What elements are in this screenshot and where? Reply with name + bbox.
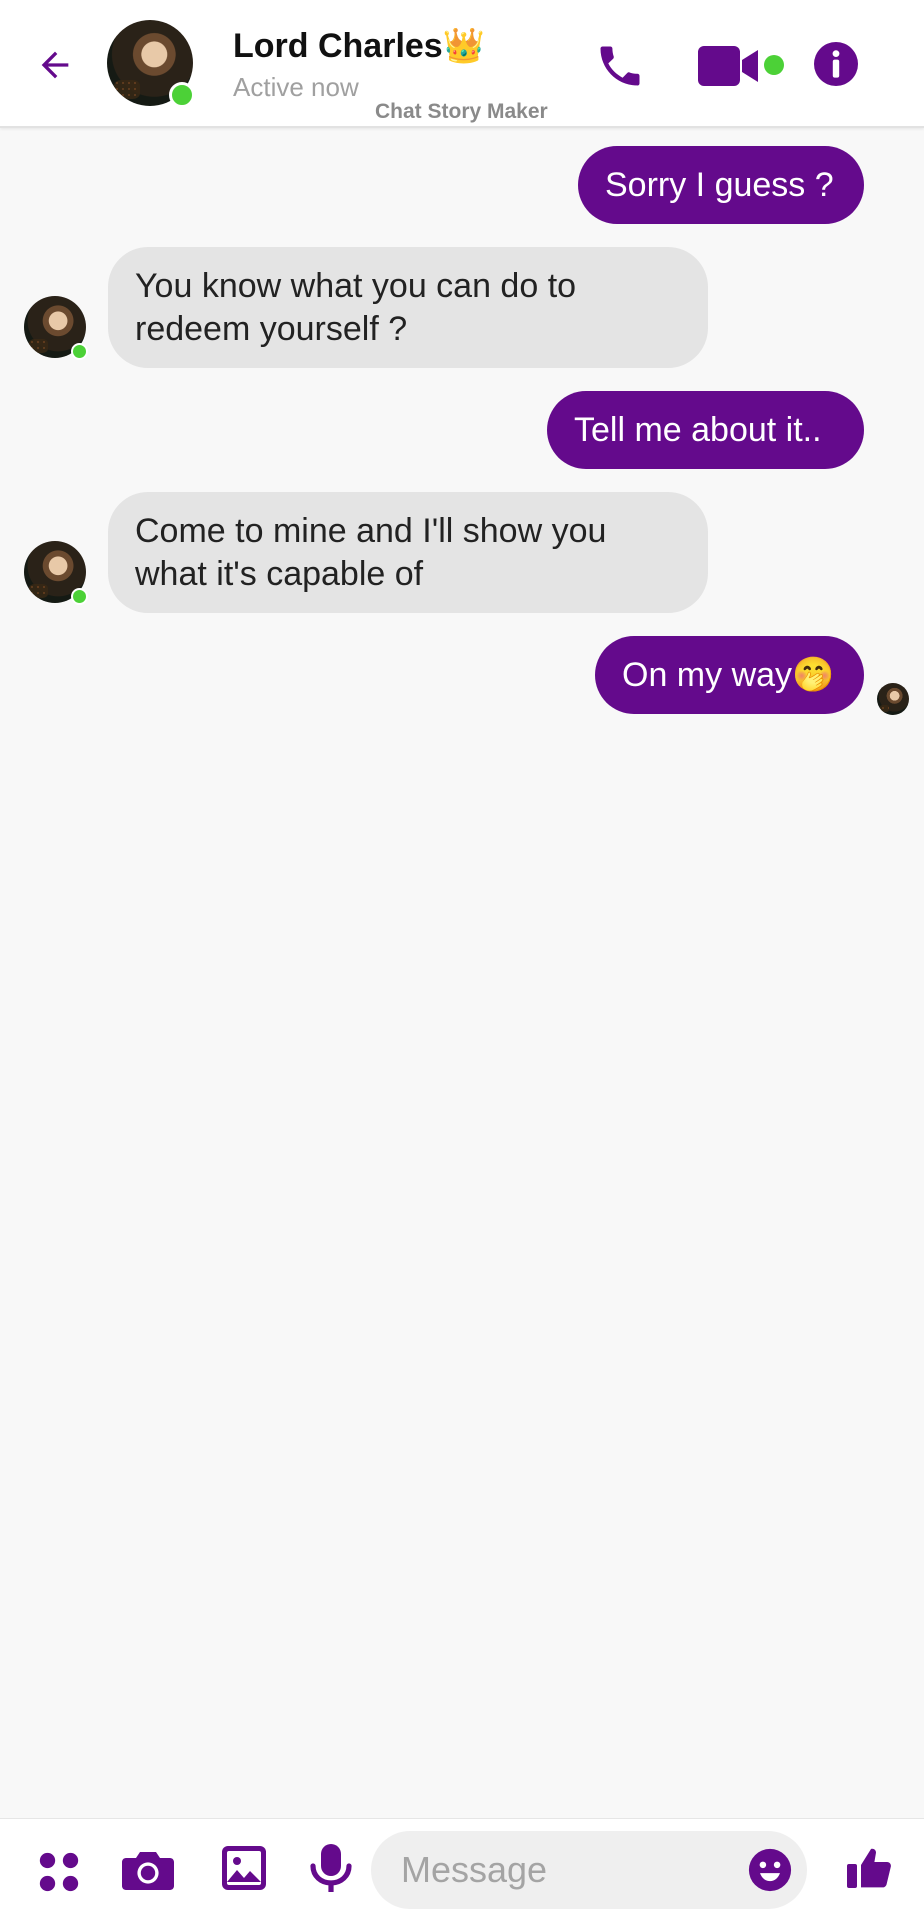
online-indicator (169, 82, 195, 108)
thumbs-up-icon (847, 1848, 891, 1888)
contact-avatar[interactable] (107, 20, 195, 108)
video-online-indicator (764, 55, 784, 75)
emoji-icon (748, 1848, 792, 1892)
contact-name[interactable]: Lord Charles👑 (233, 26, 485, 66)
message-outgoing[interactable]: Tell me about it.. (547, 391, 864, 469)
microphone-icon (310, 1844, 352, 1892)
menu-dots-icon (39, 1852, 79, 1892)
back-arrow-icon (41, 51, 69, 79)
chat-header: Lord Charles👑 Active now Chat Story Make… (0, 0, 924, 128)
sender-avatar[interactable] (24, 296, 88, 360)
video-camera-icon (698, 46, 758, 86)
like-button[interactable] (840, 1839, 898, 1897)
contact-status: Active now (233, 72, 359, 102)
emoji-button[interactable] (745, 1845, 795, 1895)
avatar-image (877, 683, 909, 715)
back-button[interactable] (28, 38, 82, 92)
message-incoming[interactable]: Come to mine and I'll show you what it's… (108, 492, 708, 613)
gallery-button[interactable] (215, 1839, 273, 1897)
more-actions-button[interactable] (30, 1843, 88, 1901)
message-outgoing[interactable]: On my way🤭 (595, 636, 864, 714)
message-input-container (371, 1831, 807, 1909)
voice-call-button[interactable] (592, 38, 648, 94)
info-icon (814, 42, 858, 86)
online-indicator (71, 343, 88, 360)
video-call-button[interactable] (698, 40, 760, 92)
camera-button[interactable] (117, 1841, 179, 1899)
info-button[interactable] (812, 40, 860, 88)
sender-avatar[interactable] (24, 541, 88, 605)
image-icon (222, 1846, 266, 1890)
message-incoming[interactable]: You know what you can do to redeem yours… (108, 247, 708, 368)
phone-icon (600, 46, 640, 86)
watermark: Chat Story Maker (375, 100, 548, 123)
seen-indicator-avatar (877, 683, 909, 715)
online-indicator (71, 588, 88, 605)
camera-icon (122, 1852, 174, 1890)
message-outgoing[interactable]: Sorry I guess ? (578, 146, 864, 224)
message-input[interactable] (401, 1831, 731, 1909)
composer-bar (0, 1818, 924, 1920)
voice-message-button[interactable] (302, 1839, 360, 1897)
